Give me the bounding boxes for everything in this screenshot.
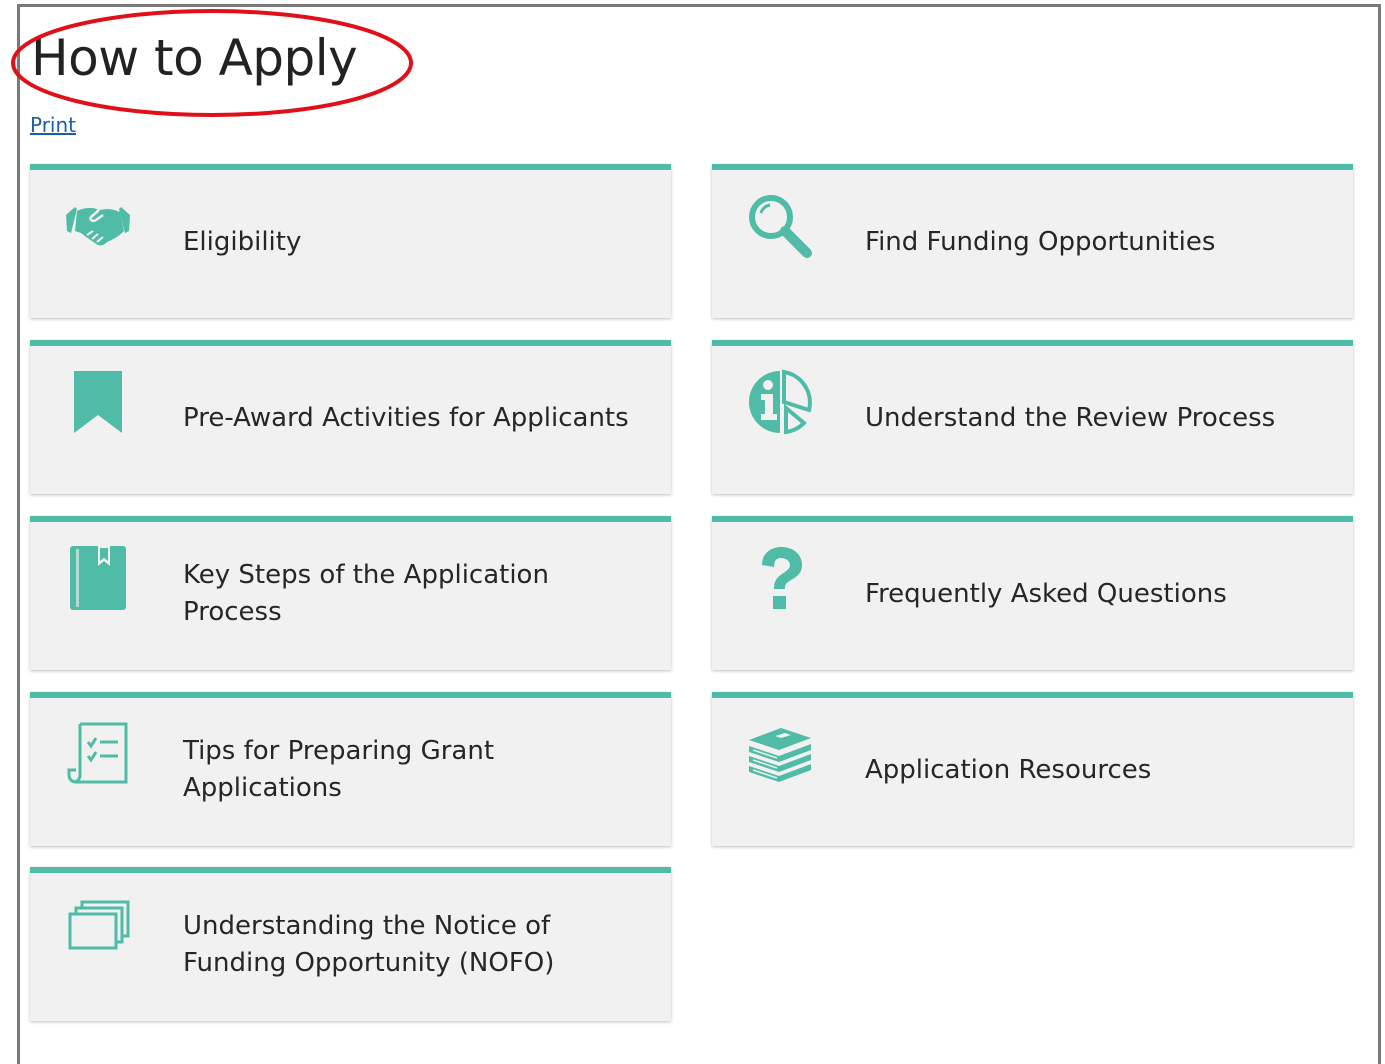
print-link[interactable]: Print bbox=[30, 113, 76, 137]
card-nofo[interactable]: Understanding the Notice of Funding Oppo… bbox=[30, 867, 671, 1021]
handshake-icon bbox=[60, 188, 136, 264]
book-stack-icon bbox=[742, 716, 818, 792]
card-label: Eligibility bbox=[183, 226, 302, 257]
card-label: Application Resources bbox=[865, 754, 1152, 785]
card-label: Tips for Preparing Grant Applications bbox=[183, 736, 495, 803]
card-label: Understanding the Notice of Funding Oppo… bbox=[183, 911, 555, 978]
card-label: Find Funding Opportunities bbox=[865, 226, 1216, 257]
card-label: Key Steps of the Application Process bbox=[183, 560, 549, 627]
card-key-steps[interactable]: Key Steps of the Application Process bbox=[30, 516, 671, 670]
card-label: Frequently Asked Questions bbox=[865, 578, 1227, 609]
checklist-icon bbox=[60, 716, 136, 792]
bookmark-icon bbox=[60, 364, 136, 440]
card-resources[interactable]: Application Resources bbox=[712, 692, 1353, 846]
card-faq[interactable]: Frequently Asked Questions bbox=[712, 516, 1353, 670]
card-find-funding[interactable]: Find Funding Opportunities bbox=[712, 164, 1353, 318]
card-label: Understand the Review Process bbox=[865, 402, 1276, 433]
card-tips[interactable]: Tips for Preparing Grant Applications bbox=[30, 692, 671, 846]
card-label: Pre-Award Activities for Applicants bbox=[183, 402, 629, 433]
page-title: How to Apply bbox=[31, 29, 358, 87]
book-icon bbox=[60, 540, 136, 616]
magnifier-icon bbox=[742, 188, 818, 264]
info-clock-icon bbox=[742, 364, 818, 440]
question-icon bbox=[742, 540, 818, 616]
documents-stack-icon bbox=[60, 891, 136, 967]
card-eligibility[interactable]: Eligibility bbox=[30, 164, 671, 318]
card-review-process[interactable]: Understand the Review Process bbox=[712, 340, 1353, 494]
card-pre-award[interactable]: Pre-Award Activities for Applicants bbox=[30, 340, 671, 494]
